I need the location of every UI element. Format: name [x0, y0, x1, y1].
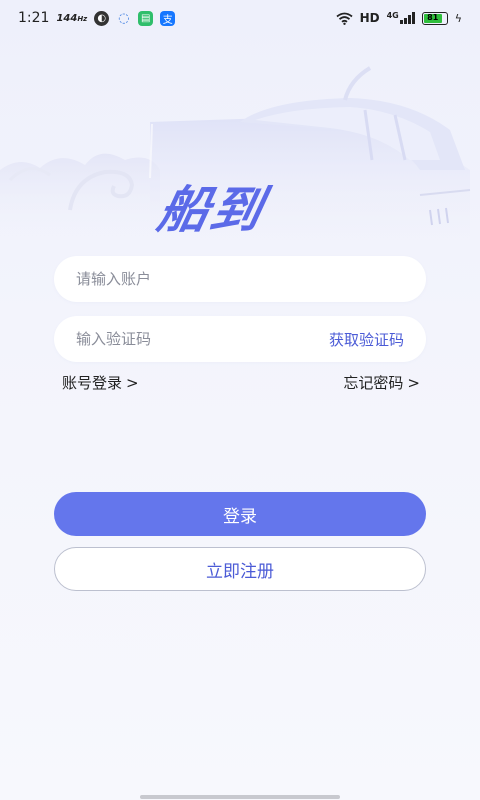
signal-bars-icon: [399, 12, 415, 24]
battery-level: 81: [423, 13, 442, 23]
forgot-password-label: 忘记密码: [343, 374, 404, 392]
chevron-right-icon: >: [126, 373, 139, 392]
alipay-icon: 支: [160, 10, 176, 26]
charging-icon: ϟ: [454, 11, 462, 25]
status-time: 1:21: [18, 10, 50, 26]
cell-signal: 4G: [386, 11, 415, 24]
register-button[interactable]: 立即注册: [54, 547, 426, 591]
hd-indicator: HD: [359, 11, 380, 25]
login-button[interactable]: 登录: [54, 492, 426, 536]
chat-bubble-icon: ◌: [118, 10, 130, 26]
refresh-rate: 144Hz: [56, 13, 87, 24]
wifi-icon: [336, 12, 353, 25]
verification-code-input[interactable]: [76, 330, 329, 348]
battery-icon: 81: [421, 11, 448, 25]
message-app-icon: ▤: [138, 10, 154, 26]
login-options-row: 账号登录 > 忘记密码 >: [62, 372, 420, 393]
network-type: 4G: [386, 11, 399, 20]
forgot-password-link[interactable]: 忘记密码 >: [343, 372, 420, 393]
status-bar: 1:21 144Hz ◐ ◌ ▤ 支 HD 4G 81 ϟ: [0, 0, 480, 36]
refresh-rate-value: 144: [56, 12, 78, 24]
get-code-button[interactable]: 获取验证码: [329, 329, 404, 350]
account-input[interactable]: [76, 270, 404, 288]
refresh-rate-unit: Hz: [77, 14, 88, 23]
verification-code-field[interactable]: 获取验证码: [54, 316, 426, 362]
account-login-link[interactable]: 账号登录 >: [62, 372, 139, 393]
notification-app-icon: ◐: [94, 10, 110, 26]
home-indicator[interactable]: [140, 795, 340, 799]
account-field[interactable]: [54, 256, 426, 302]
account-login-label: 账号登录: [62, 374, 123, 392]
status-right: HD 4G 81 ϟ: [336, 11, 462, 25]
chevron-right-icon: >: [407, 373, 420, 392]
status-left: 1:21 144Hz ◐ ◌ ▤ 支: [18, 10, 176, 26]
app-logo-title: 船到: [152, 181, 270, 239]
